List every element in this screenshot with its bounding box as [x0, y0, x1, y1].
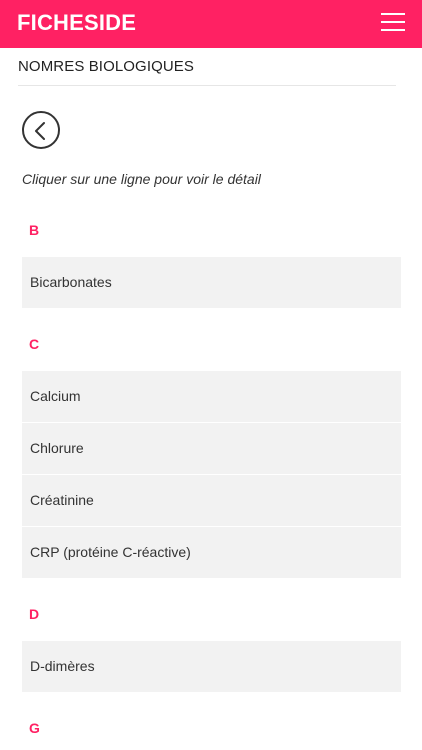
group-letter-b: B — [29, 222, 40, 238]
group-letter-g: G — [29, 720, 40, 736]
list-item[interactable]: Chlorure — [22, 423, 401, 475]
back-button[interactable] — [22, 111, 60, 149]
hamburger-menu-icon[interactable] — [381, 11, 405, 33]
title-divider — [18, 85, 396, 86]
group-list-d: D-dimères — [22, 641, 401, 692]
group-list-c: Calcium Chlorure Créatinine CRP (protéin… — [22, 371, 401, 578]
chevron-left-icon — [35, 122, 45, 140]
app-brand: FICHESIDE — [17, 10, 137, 35]
page-title: NOMRES BIOLOGIQUES — [18, 58, 194, 75]
list-item[interactable]: CRP (protéine C-réactive) — [22, 527, 401, 578]
list-item[interactable]: Créatinine — [22, 475, 401, 527]
list-item[interactable]: D-dimères — [22, 641, 401, 692]
list-item[interactable]: Bicarbonates — [22, 257, 401, 308]
list-item[interactable]: Calcium — [22, 371, 401, 423]
top-app-bar: FICHESIDE — [0, 0, 422, 48]
instruction-text: Cliquer sur une ligne pour voir le détai… — [22, 171, 261, 187]
group-list-b: Bicarbonates — [22, 257, 401, 308]
group-letter-d: D — [29, 606, 40, 622]
group-letter-c: C — [29, 336, 40, 352]
